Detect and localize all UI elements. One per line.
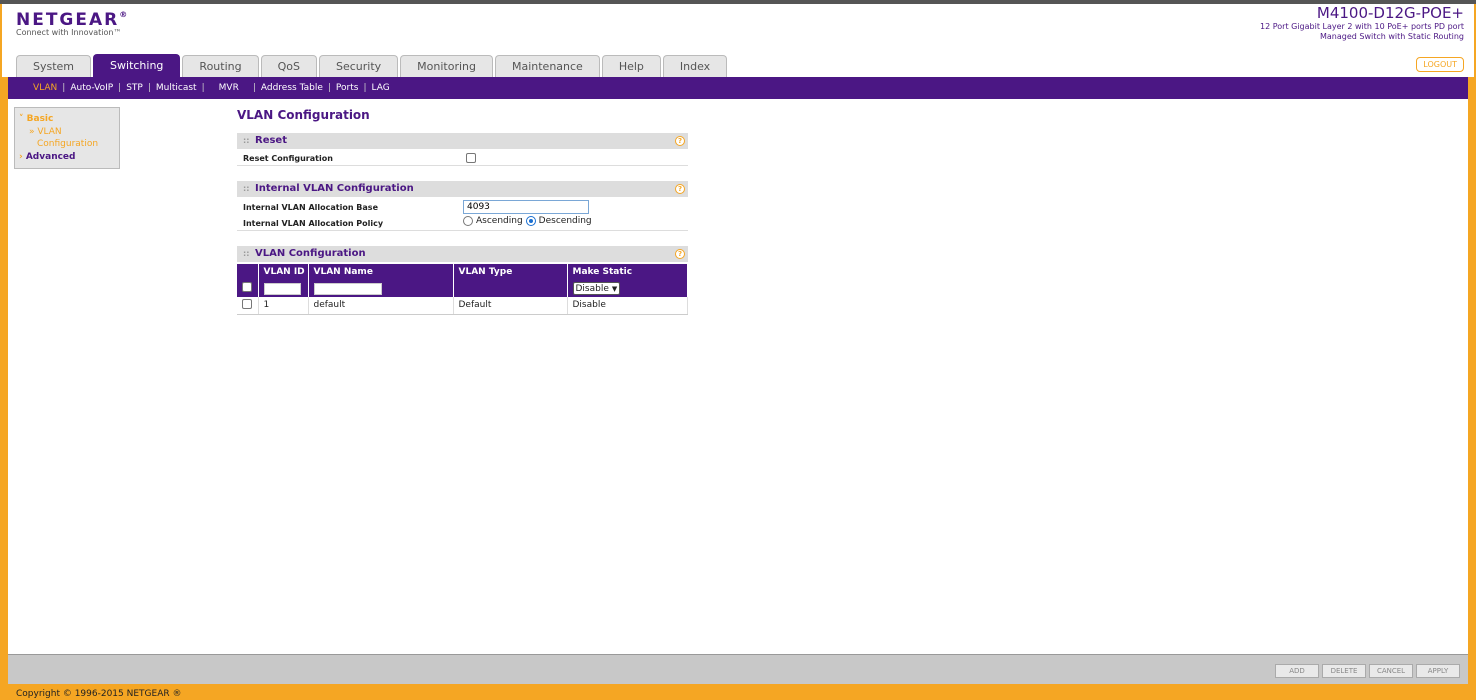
action-bar: ADD DELETE CANCEL APPLY (8, 654, 1468, 684)
allocation-base-input[interactable]: 4093 (463, 200, 589, 214)
subnav-auto-voip[interactable]: Auto-VoIP (65, 83, 118, 93)
add-button[interactable]: ADD (1275, 664, 1319, 678)
main-content: ˅ Basic » VLAN Configuration › Advanced … (8, 99, 1468, 654)
grip-icon: :: (243, 184, 250, 193)
subnav-vlan[interactable]: VLAN (28, 83, 62, 93)
vlan-table: VLAN ID VLAN Name VLAN Type Make Static … (237, 264, 688, 315)
tab-maintenance[interactable]: Maintenance (494, 55, 600, 78)
allocation-policy-label: Internal VLAN Allocation Policy (243, 219, 384, 228)
apply-button[interactable]: APPLY (1416, 664, 1460, 678)
grip-icon: :: (243, 136, 250, 145)
chevron-right-icon: › (19, 152, 26, 162)
sidebar: ˅ Basic » VLAN Configuration › Advanced (14, 107, 120, 169)
descending-radio[interactable] (525, 216, 536, 226)
main-tabs: System Switching Routing QoS Security Mo… (16, 54, 729, 78)
copyright: Copyright © 1996-2015 NETGEAR ® (16, 689, 182, 699)
vlan-config-section-header: :: VLAN Configuration ? (237, 246, 688, 262)
model-description: 12 Port Gigabit Layer 2 with 10 PoE+ por… (1260, 22, 1464, 41)
sub-navigation: VLAN | Auto-VoIP | STP | Multicast | MVR | Ad… (8, 77, 1468, 99)
table-edit-row: Disable ▼ (237, 280, 688, 297)
column-header-make-static: Make Static (567, 264, 688, 280)
column-header-vlan-id: VLAN ID (258, 264, 309, 280)
header: NETGEAR® Connect with Innovation™ M4100-… (2, 4, 1474, 78)
tab-qos[interactable]: QoS (260, 55, 317, 78)
grip-icon: :: (243, 249, 250, 258)
reset-configuration-checkbox[interactable] (466, 153, 476, 163)
edit-row-type-cell (453, 280, 568, 297)
tab-routing[interactable]: Routing (182, 55, 259, 78)
column-header-vlan-type: VLAN Type (453, 264, 568, 280)
make-static-cell: Disable (567, 297, 688, 315)
allocation-base-label: Internal VLAN Allocation Base (243, 203, 378, 212)
cancel-button[interactable]: CANCEL (1369, 664, 1413, 678)
chevron-down-icon: ˅ (19, 114, 27, 124)
tab-help[interactable]: Help (601, 55, 661, 78)
tab-security[interactable]: Security (318, 55, 399, 78)
vlan-name-input[interactable] (313, 282, 382, 295)
page-title: VLAN Configuration (237, 108, 370, 122)
descending-label: Descending (538, 216, 592, 226)
edit-row-checkbox[interactable] (242, 282, 252, 292)
tab-monitoring[interactable]: Monitoring (400, 55, 493, 78)
ascending-label: Ascending (476, 216, 523, 226)
vlan-id-input[interactable] (263, 282, 301, 295)
ascending-radio[interactable] (463, 216, 473, 226)
delete-button[interactable]: DELETE (1322, 664, 1366, 678)
edit-row-static-cell: Disable ▼ (567, 280, 688, 297)
help-icon[interactable]: ? (675, 184, 685, 194)
tagline: Connect with Innovation™ (16, 28, 122, 37)
make-static-select[interactable]: Disable ▼ (572, 282, 621, 295)
edit-row-id-cell (258, 280, 309, 297)
subnav-address-table[interactable]: Address Table (256, 83, 328, 93)
logout-button[interactable]: LOGOUT (1416, 57, 1464, 72)
help-icon[interactable]: ? (675, 136, 685, 146)
row-checkbox[interactable] (242, 298, 252, 309)
table-row: 1 default Default Disable (237, 297, 688, 315)
vlan-name-cell: default (308, 297, 454, 315)
select-column-header (237, 264, 259, 280)
subnav-mvr[interactable]: MVR (205, 83, 253, 93)
vlan-id-cell: 1 (258, 297, 309, 315)
sidebar-item-vlan-configuration[interactable]: » VLAN Configuration (19, 126, 115, 150)
model-name: M4100-D12G-POE+ (1316, 4, 1464, 22)
edit-row-select-cell (237, 280, 259, 297)
internal-vlan-section-header: :: Internal VLAN Configuration ? (237, 181, 688, 197)
tab-index[interactable]: Index (662, 55, 728, 78)
subnav-stp[interactable]: STP (121, 83, 148, 93)
allocation-policy-radios: Ascending Descending (463, 216, 592, 226)
subnav-ports[interactable]: Ports (331, 83, 364, 93)
vlan-type-cell: Default (453, 297, 568, 315)
chevron-down-icon: ▼ (611, 284, 618, 293)
table-header-row: VLAN ID VLAN Name VLAN Type Make Static (237, 264, 688, 280)
subnav-lag[interactable]: LAG (366, 83, 394, 93)
edit-row-name-cell (308, 280, 454, 297)
sidebar-basic[interactable]: ˅ Basic (19, 114, 115, 124)
reset-configuration-label: Reset Configuration (243, 154, 333, 163)
column-header-vlan-name: VLAN Name (308, 264, 454, 280)
reset-configuration-row: Reset Configuration (237, 149, 688, 166)
tab-system[interactable]: System (16, 55, 92, 78)
subnav-multicast[interactable]: Multicast (151, 83, 202, 93)
reset-section-header: :: Reset ? (237, 133, 688, 149)
tab-switching[interactable]: Switching (93, 54, 181, 78)
row-select-cell (237, 297, 259, 315)
help-icon[interactable]: ? (675, 249, 685, 259)
netgear-logo: NETGEAR® (16, 10, 130, 30)
sidebar-advanced[interactable]: › Advanced (19, 152, 115, 162)
